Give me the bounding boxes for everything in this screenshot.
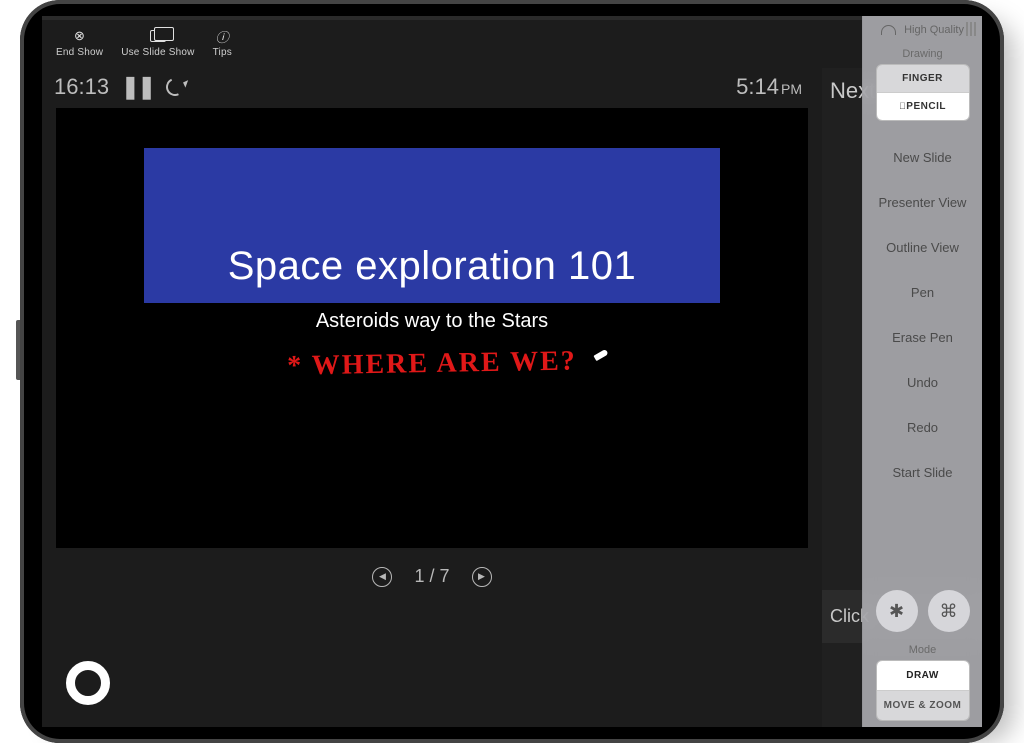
menu-pen[interactable]: Pen (863, 270, 982, 315)
pencil-toggle[interactable]: PENCIL (877, 92, 969, 120)
close-circle-icon: ⊗ (72, 28, 88, 44)
slides-icon (150, 28, 166, 44)
slide-counter: 1 / 7 (414, 566, 449, 587)
slide-subtitle: Asteroids way to the Stars (56, 310, 808, 333)
end-show-button[interactable]: ⊗ End Show (56, 28, 103, 58)
presenter-area: 16:13 ❚❚ 5:14PM Space exploration 101 As… (42, 68, 822, 727)
mode-section-label: Mode (909, 644, 937, 656)
remote-sidebar: High Quality Drawing FINGER PENCIL New … (862, 16, 982, 727)
menu-start-slide[interactable]: Start Slide (863, 450, 982, 495)
info-icon: ⓘ (214, 28, 230, 44)
finger-toggle[interactable]: FINGER (877, 65, 969, 92)
connection-label: High Quality (904, 24, 964, 36)
current-slide[interactable]: Space exploration 101 Asteroids way to t… (56, 108, 808, 548)
top-toolbar: ⊗ End Show Use Slide Show ⓘ Tips (42, 20, 982, 62)
device-side-button (16, 320, 20, 380)
mode-draw[interactable]: DRAW (877, 661, 969, 690)
tips-button[interactable]: ⓘ Tips (213, 28, 232, 58)
connection-status: High Quality (863, 16, 982, 42)
elapsed-time: 16:13 (54, 74, 109, 100)
sidebar-round-buttons: ✱ ⌘ (876, 590, 970, 632)
next-slide-button[interactable]: ▶ (472, 567, 492, 587)
slide-nav: ◀ 1 / 7 ▶ (42, 566, 822, 587)
reset-timer-button[interactable] (163, 75, 186, 98)
slide-title-box: Space exploration 101 (144, 148, 720, 303)
handwritten-annotation: * WHERE ARE WE? (56, 341, 808, 386)
menu-presenter-view[interactable]: Presenter View (863, 180, 982, 225)
menu-redo[interactable]: Redo (863, 405, 982, 450)
command-icon: ⌘ (940, 601, 958, 622)
pause-button[interactable]: ❚❚ (121, 74, 154, 100)
drawing-section-label: Drawing (902, 48, 942, 60)
use-slide-show-button[interactable]: Use Slide Show (121, 28, 194, 58)
drag-handle-icon[interactable] (966, 22, 976, 36)
settings-button[interactable]: ✱ (876, 590, 918, 632)
shortcuts-button[interactable]: ⌘ (928, 590, 970, 632)
clock-ampm: PM (781, 81, 802, 97)
gear-icon: ✱ (889, 601, 904, 622)
drawing-input-segment: FINGER PENCIL (876, 64, 970, 121)
clock-time: 5:14 (736, 74, 779, 99)
laser-pointer-button[interactable] (66, 661, 110, 705)
menu-undo[interactable]: Undo (863, 360, 982, 405)
mode-move-zoom[interactable]: MOVE & ZOOM (877, 690, 969, 720)
screen: ⊗ End Show Use Slide Show ⓘ Tips 16:13 ❚… (42, 16, 982, 727)
progress-bar (42, 16, 982, 20)
ipad-frame: ⊗ End Show Use Slide Show ⓘ Tips 16:13 ❚… (20, 0, 1004, 743)
menu-new-slide[interactable]: New Slide (863, 135, 982, 180)
use-slide-show-label: Use Slide Show (121, 47, 194, 58)
timer-bar: 16:13 ❚❚ 5:14PM (42, 68, 822, 108)
end-show-label: End Show (56, 47, 103, 58)
sidebar-menu: New Slide Presenter View Outline View Pe… (863, 135, 982, 584)
slide-title: Space exploration 101 (228, 244, 637, 289)
menu-outline-view[interactable]: Outline View (863, 225, 982, 270)
clock: 5:14PM (736, 74, 802, 100)
tips-label: Tips (213, 47, 232, 58)
prev-slide-button[interactable]: ◀ (372, 567, 392, 587)
mode-segment: DRAW MOVE & ZOOM (876, 660, 970, 721)
menu-erase-pen[interactable]: Erase Pen (863, 315, 982, 360)
